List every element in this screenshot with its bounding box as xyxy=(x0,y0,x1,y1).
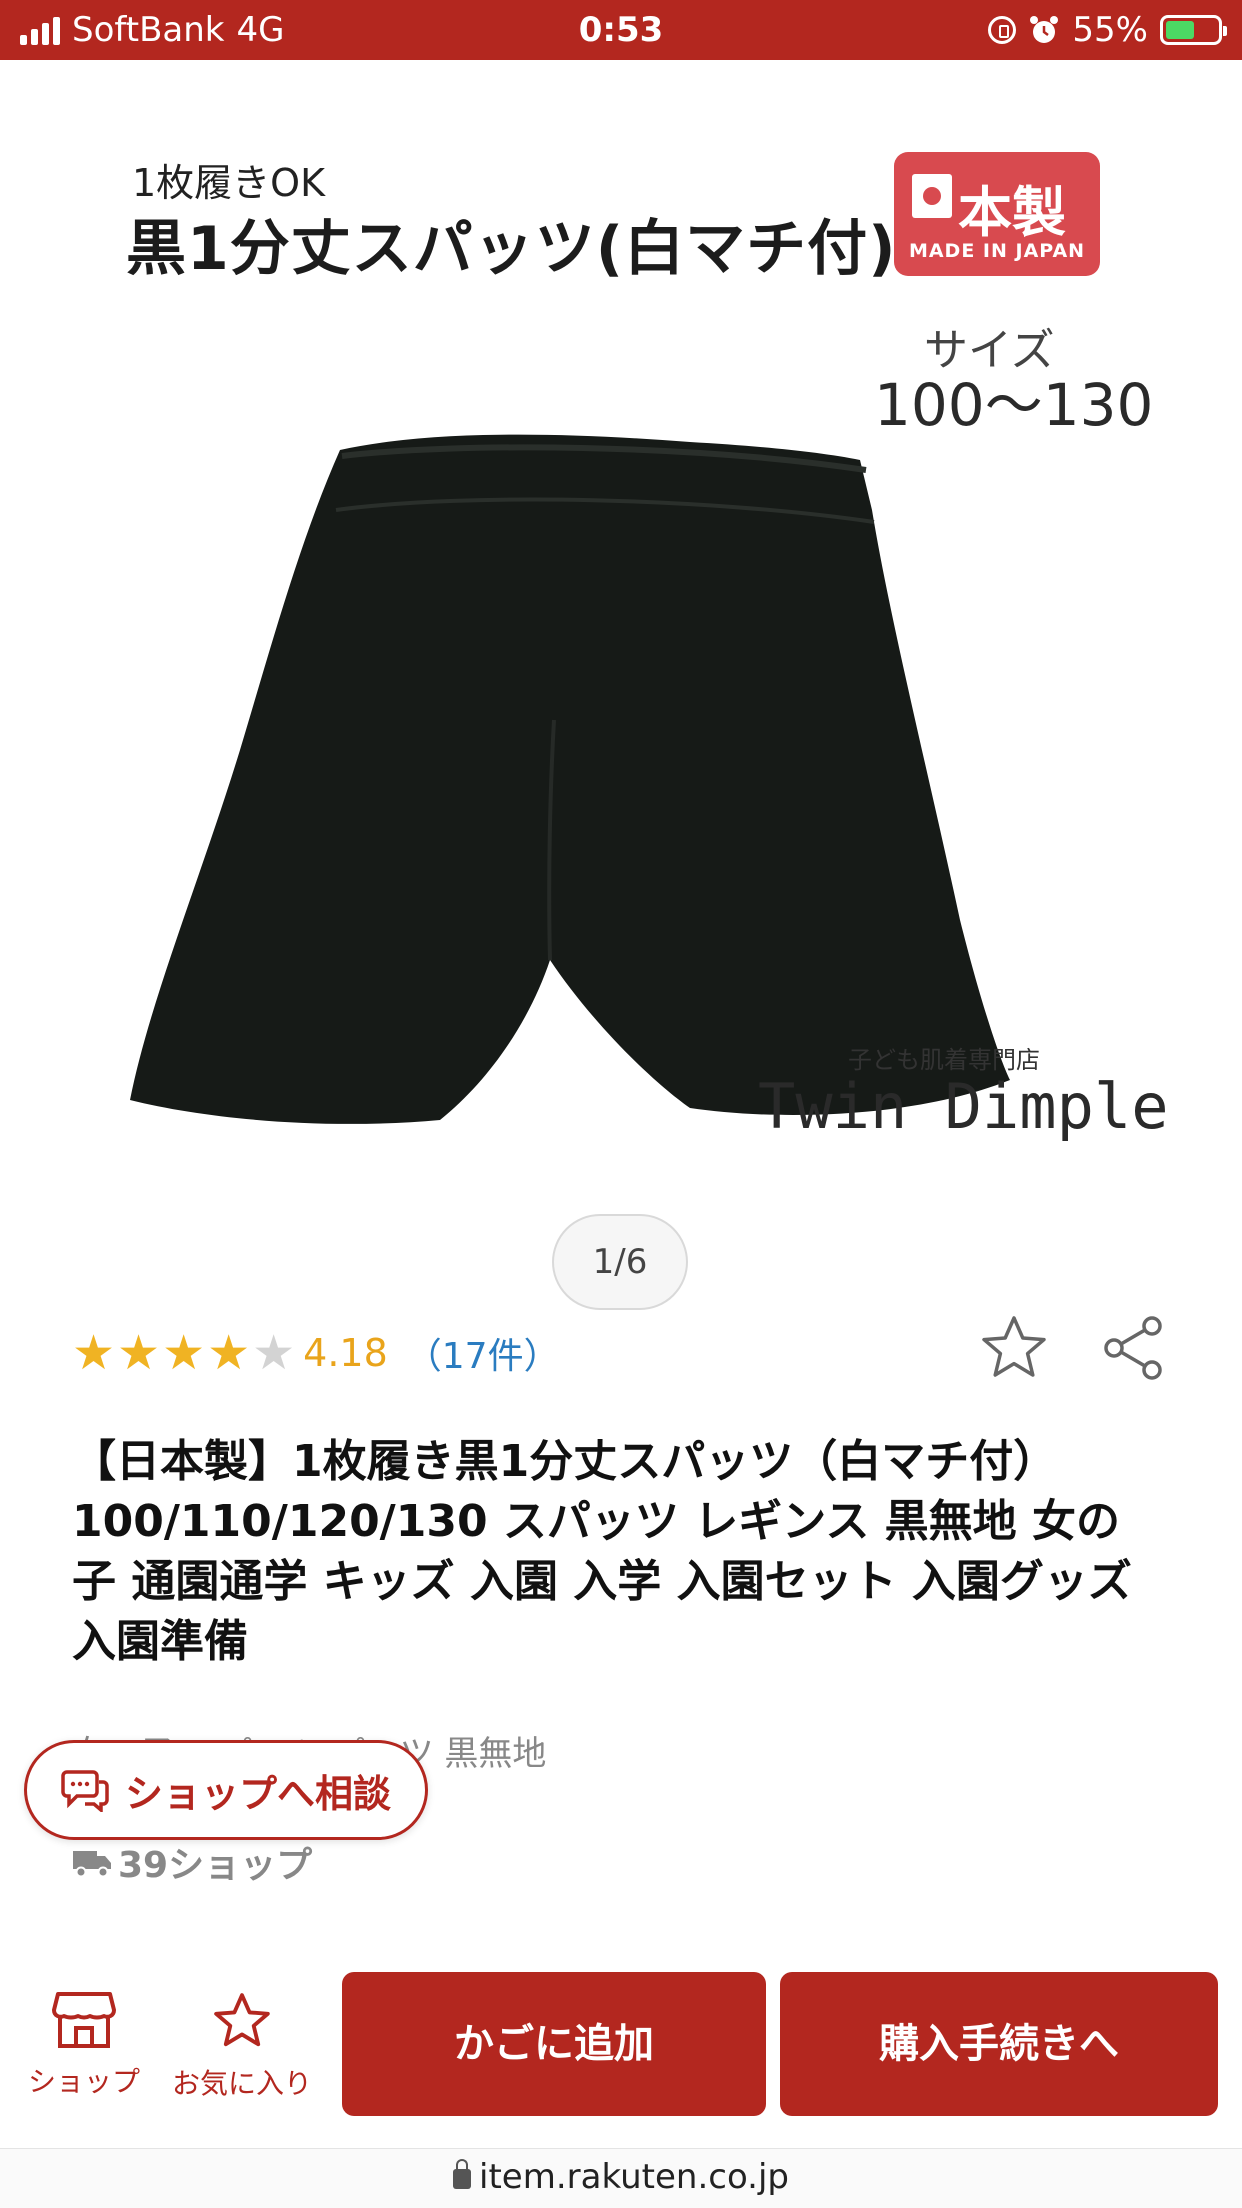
favorite-label: お気に入り xyxy=(171,2067,312,2100)
product-image[interactable]: 1枚履きOK 黒1分丈スパッツ(白マチ付) 本製 MADE IN JAPAN サ… xyxy=(0,60,1242,1200)
japan-flag-icon xyxy=(912,174,952,218)
share-icon[interactable] xyxy=(1100,1312,1172,1384)
shipping-info: 39ショップ xyxy=(72,1836,312,1888)
consult-shop-button[interactable]: ショップへ相談 xyxy=(24,1740,428,1840)
image-subtitle: 1枚履きOK xyxy=(132,161,326,205)
image-title: 黒1分丈スパッツ(白マチ付) xyxy=(126,214,897,284)
rating-row[interactable]: ★ ★ ★ ★ ★ 4.18 （17件） xyxy=(72,1318,560,1388)
chat-icon xyxy=(61,1770,109,1812)
battery-fill xyxy=(1166,21,1194,39)
url-bar[interactable]: item.rakuten.co.jp xyxy=(0,2148,1242,2208)
shipping-text: 39ショップ xyxy=(118,1845,313,1886)
consult-label: ショップへ相談 xyxy=(125,1771,392,1816)
badge-english-text: MADE IN JAPAN xyxy=(908,240,1086,262)
rating-stars: ★ ★ ★ ★ ★ xyxy=(72,1325,295,1381)
star-icon: ★ xyxy=(207,1325,251,1381)
favorite-star-icon[interactable] xyxy=(978,1312,1050,1384)
add-to-cart-button[interactable]: かごに追加 xyxy=(342,1972,766,2116)
image-counter: 1/6 xyxy=(552,1214,688,1310)
url-text: item.rakuten.co.jp xyxy=(479,2157,789,2197)
truck-icon xyxy=(73,1851,111,1878)
star-icon: ★ xyxy=(72,1325,116,1381)
review-count-link[interactable]: （17件） xyxy=(406,1327,560,1379)
star-empty-icon: ★ xyxy=(252,1325,296,1381)
status-bar: SoftBank 4G 0:53 55% xyxy=(0,0,1242,60)
shop-icon xyxy=(52,1992,116,2048)
star-icon: ★ xyxy=(162,1325,206,1381)
shorts-illustration xyxy=(130,434,1010,1124)
star-icon: ★ xyxy=(117,1325,161,1381)
checkout-button[interactable]: 購入手続きへ xyxy=(780,1972,1218,2116)
favorite-button[interactable]: お気に入り xyxy=(166,1990,318,2102)
made-in-japan-badge: 本製 MADE IN JAPAN xyxy=(894,152,1100,276)
star-outline-icon xyxy=(214,1993,270,2047)
shop-logo: Twin Dimple xyxy=(758,1070,1169,1143)
rating-score: 4.18 xyxy=(303,1331,388,1375)
battery-percent: 55% xyxy=(1072,10,1148,50)
shop-label: ショップ xyxy=(27,2065,140,2098)
battery-icon xyxy=(1160,15,1227,45)
alarm-icon xyxy=(1030,16,1059,43)
shop-button[interactable]: ショップ xyxy=(22,1990,146,2100)
status-right: 55% xyxy=(988,8,1227,52)
lock-icon xyxy=(453,2159,472,2189)
badge-main-text: 本製 xyxy=(958,181,1066,244)
bottom-action-bar: ショップ お気に入り かごに追加 購入手続きへ xyxy=(0,1960,1242,2148)
orientation-lock-icon xyxy=(988,16,1017,44)
product-title: 【日本製】1枚履き黒1分丈スパッツ（白マチ付）100/110/120/130 ス… xyxy=(72,1436,1132,1667)
